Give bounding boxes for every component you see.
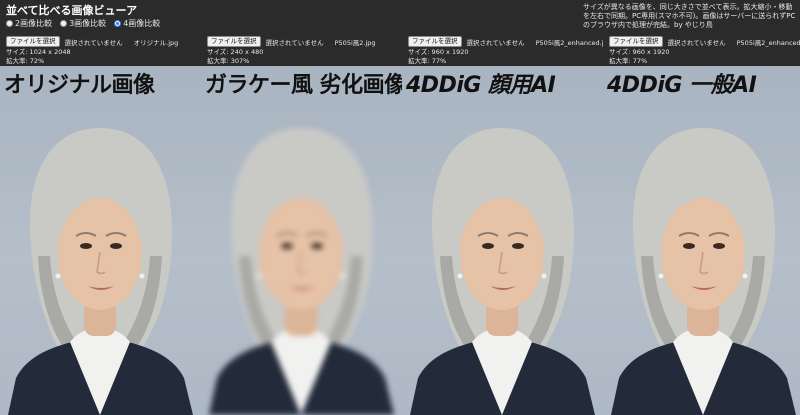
image-viewport[interactable]: オリジナル画像 [0,66,201,415]
zoom-level: 拡大率: 77% [408,57,447,65]
zoom-level: 拡大率: 307% [207,57,250,65]
mode-4-label: 4画像比較 [123,19,161,28]
file-name: P505i風2_enhanced.jpg [535,38,603,47]
panel-controls: ファイルを選択 選択されていません P505i風2.jpg サイズ: 240 x… [201,34,402,66]
panel-controls: ファイルを選択 選択されていません P505i風2_enhanced.jpg サ… [402,34,603,66]
zoom-level: 拡大率: 77% [609,57,648,65]
earring [55,273,61,279]
panel-controls: ファイルを選択 選択されていません オリジナル.jpg サイズ: 1024 x … [0,34,201,66]
file-name: P505i風2.jpg [334,38,376,47]
eye [713,243,725,249]
image-caption: 4DDiG 顔用AI [406,73,556,98]
panel-controls: ファイルを選択 選択されていません P505i風2_enhanced.jpg サ… [603,34,800,66]
file-status: 選択されていません [64,38,123,47]
earring [340,273,346,279]
radio-3-images[interactable] [60,20,68,27]
portrait-image [209,128,394,415]
file-status: 選択されていません [466,38,525,47]
eye [512,243,524,249]
portrait-image [611,128,796,415]
app-title: 並べて比べる画像ビューア [6,4,138,17]
image-caption: ガラケー風 劣化画像 [205,73,402,98]
mode-3-images[interactable]: 3画像比較 [60,18,106,29]
file-name: オリジナル.jpg [133,38,179,47]
app-notice: サイズが異なる画像を、同じ大きさで並べて表示。拡大縮小・移動を左右で同期。PC専… [583,3,796,29]
earring [541,273,547,279]
image-viewport[interactable]: 4DDiG 顔用AI [402,66,603,415]
mode-3-label: 3画像比較 [69,19,107,28]
radio-2-images[interactable] [6,20,13,27]
image-panel-1: ファイルを選択 選択されていません オリジナル.jpg サイズ: 1024 x … [0,34,201,415]
zoom-level: 拡大率: 72% [6,57,45,65]
earring [256,273,262,279]
image-caption: オリジナル画像 [4,73,155,98]
image-panel-4: ファイルを選択 選択されていません P505i風2_enhanced.jpg サ… [603,34,800,415]
eye [311,243,323,249]
earring [139,273,145,279]
earring [658,273,664,279]
radio-4-images[interactable] [114,20,122,27]
image-viewport[interactable]: ガラケー風 劣化画像 [201,66,402,415]
file-status: 選択されていません [265,38,324,47]
mode-2-images[interactable]: 2画像比較 [6,18,52,29]
eye [80,243,92,249]
top-bar: 並べて比べる画像ビューア 2画像比較 3画像比較 4画像比較 サイズが異なる画像… [0,0,800,34]
portrait-image [410,128,595,415]
portrait-image [8,128,193,415]
image-panel-2: ファイルを選択 選択されていません P505i風2.jpg サイズ: 240 x… [201,34,402,415]
image-panel-3: ファイルを選択 選択されていません P505i風2_enhanced.jpg サ… [402,34,603,415]
file-name: P505i風2_enhanced.jpg [736,38,800,47]
image-caption: 4DDiG 一般AI [607,73,757,98]
file-status: 選択されていません [667,38,726,47]
image-viewport[interactable]: 4DDiG 一般AI [603,66,800,415]
eye [281,243,293,249]
comparison-mode-group: 2画像比較 3画像比較 4画像比較 [6,18,160,29]
earring [457,273,463,279]
eye [110,243,122,249]
mode-2-label: 2画像比較 [15,19,53,28]
mode-4-images[interactable]: 4画像比較 [114,18,160,29]
eye [482,243,494,249]
earring [742,273,748,279]
eye [683,243,695,249]
